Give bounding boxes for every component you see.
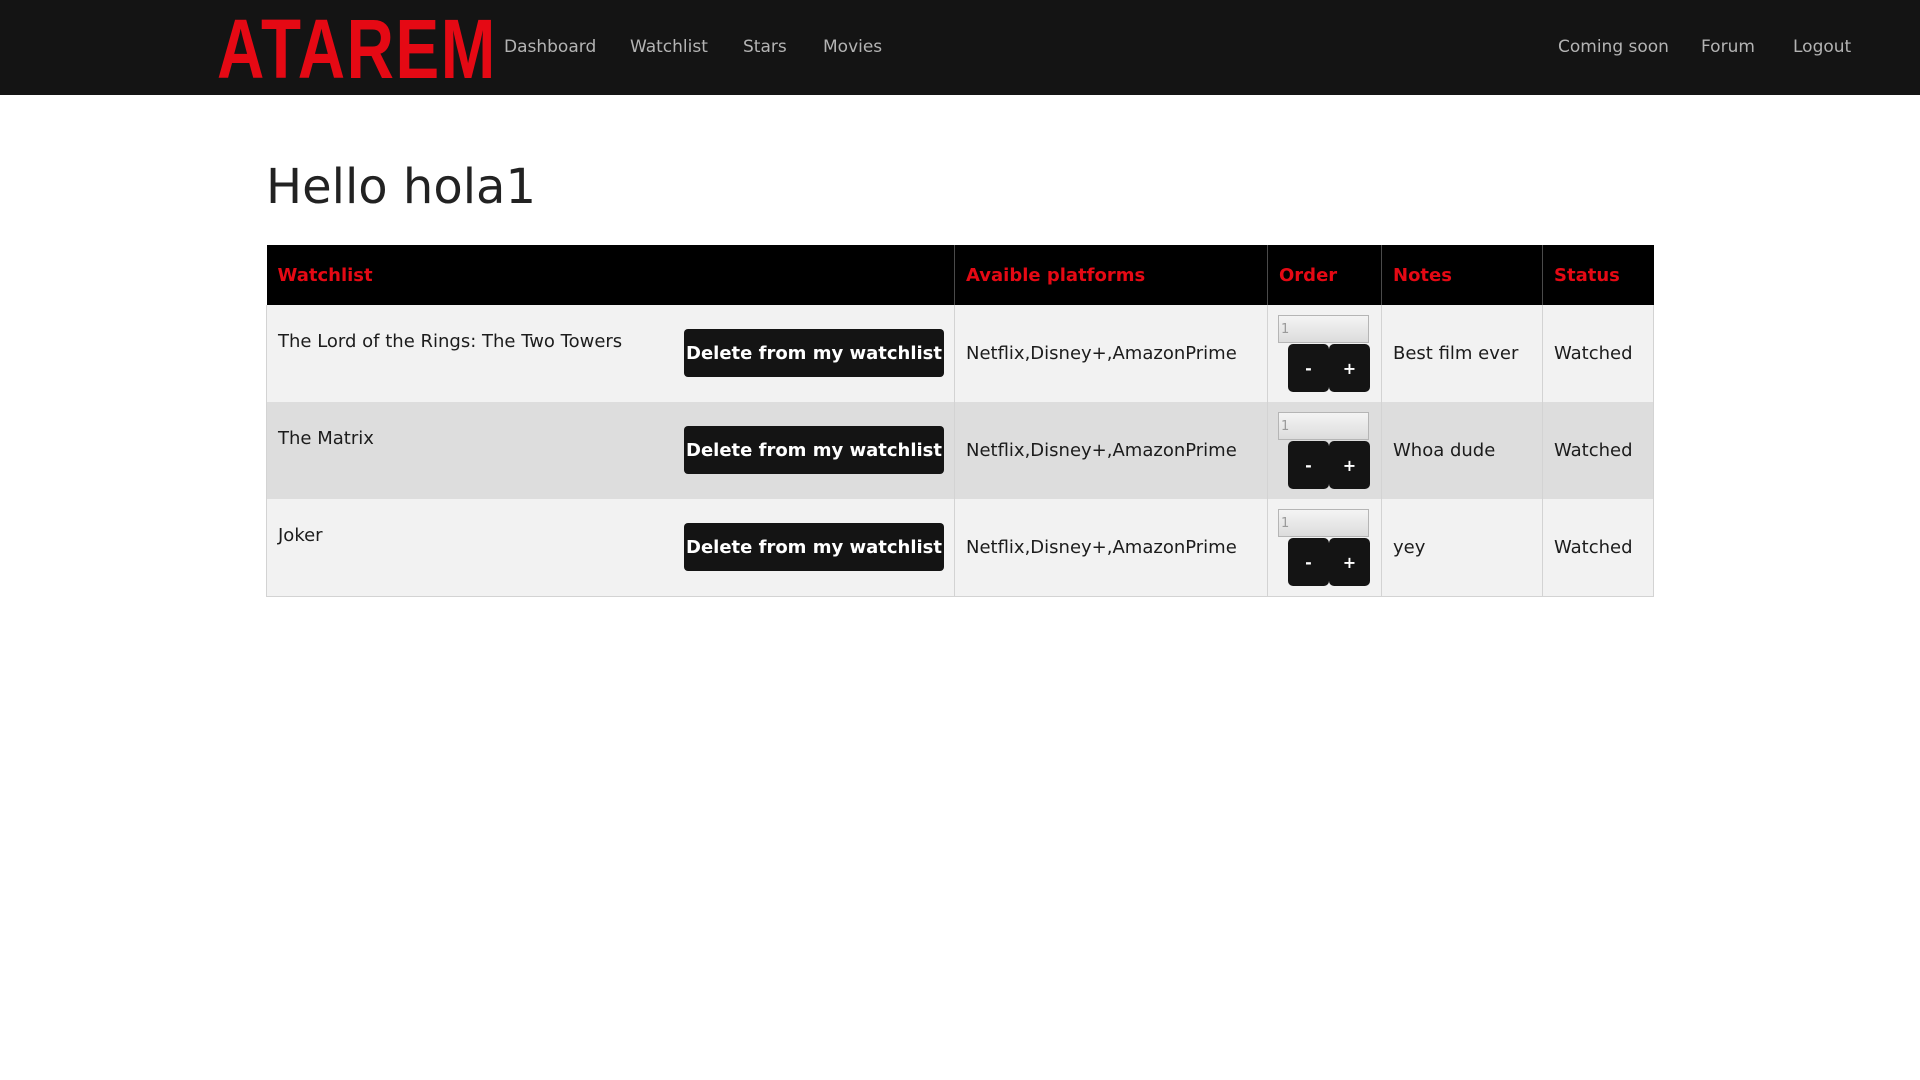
nav-link-movies[interactable]: Movies xyxy=(823,36,882,58)
nav-link-stars[interactable]: Stars xyxy=(743,36,787,58)
order-increment-button[interactable]: + xyxy=(1329,344,1370,392)
order-increment-button[interactable]: + xyxy=(1329,538,1370,586)
title-cell: Joker Delete from my watchlist xyxy=(266,499,955,597)
column-header-platforms: Avaible platforms xyxy=(954,245,1268,305)
order-decrement-button[interactable]: - xyxy=(1288,344,1329,392)
order-decrement-button[interactable]: - xyxy=(1288,538,1329,586)
status-cell: Watched xyxy=(1542,402,1654,499)
order-input[interactable] xyxy=(1278,315,1369,343)
table-row: The Lord of the Rings: The Two Towers De… xyxy=(266,305,1654,402)
status-cell: Watched xyxy=(1542,499,1654,597)
nav-link-logout[interactable]: Logout xyxy=(1793,36,1851,58)
title-cell: The Matrix Delete from my watchlist xyxy=(266,402,955,499)
order-cell: - + xyxy=(1267,402,1382,499)
column-header-watchlist: Watchlist xyxy=(266,245,955,305)
title-cell: The Lord of the Rings: The Two Towers De… xyxy=(266,305,955,402)
table-header-row: Watchlist Avaible platforms Order Notes … xyxy=(266,245,1654,305)
watchlist-table: Watchlist Avaible platforms Order Notes … xyxy=(266,245,1654,597)
column-header-status: Status xyxy=(1542,245,1654,305)
order-cell: - + xyxy=(1267,499,1382,597)
order-increment-button[interactable]: + xyxy=(1329,441,1370,489)
table-row: The Matrix Delete from my watchlist Netf… xyxy=(266,402,1654,499)
delete-from-watchlist-button[interactable]: Delete from my watchlist xyxy=(684,329,944,377)
delete-from-watchlist-button[interactable]: Delete from my watchlist xyxy=(684,426,944,474)
nav-link-coming-soon[interactable]: Coming soon xyxy=(1558,36,1669,58)
status-cell: Watched xyxy=(1542,305,1654,402)
table-row: Joker Delete from my watchlist Netflix,D… xyxy=(266,499,1654,597)
platforms-cell: Netflix,Disney+,AmazonPrime xyxy=(954,499,1268,597)
order-decrement-button[interactable]: - xyxy=(1288,441,1329,489)
nav-link-dashboard[interactable]: Dashboard xyxy=(504,36,596,58)
nav-link-forum[interactable]: Forum xyxy=(1701,36,1755,58)
column-header-order: Order xyxy=(1267,245,1382,305)
order-input[interactable] xyxy=(1278,412,1369,440)
page-title: Hello hola1 xyxy=(266,159,536,215)
movie-title: The Matrix xyxy=(278,428,374,449)
platforms-cell: Netflix,Disney+,AmazonPrime xyxy=(954,305,1268,402)
platforms-cell: Netflix,Disney+,AmazonPrime xyxy=(954,402,1268,499)
notes-cell: yey xyxy=(1381,499,1543,597)
order-input[interactable] xyxy=(1278,509,1369,537)
column-header-notes: Notes xyxy=(1381,245,1543,305)
delete-from-watchlist-button[interactable]: Delete from my watchlist xyxy=(684,523,944,571)
order-cell: - + xyxy=(1267,305,1382,402)
movie-title: The Lord of the Rings: The Two Towers xyxy=(278,331,623,352)
top-navbar: ATAREM Dashboard Watchlist Stars Movies … xyxy=(0,0,1920,95)
notes-cell: Whoa dude xyxy=(1381,402,1543,499)
notes-cell: Best film ever xyxy=(1381,305,1543,402)
brand-logo[interactable]: ATAREM xyxy=(217,4,497,94)
movie-title: Joker xyxy=(278,525,323,546)
nav-link-watchlist[interactable]: Watchlist xyxy=(630,36,708,58)
